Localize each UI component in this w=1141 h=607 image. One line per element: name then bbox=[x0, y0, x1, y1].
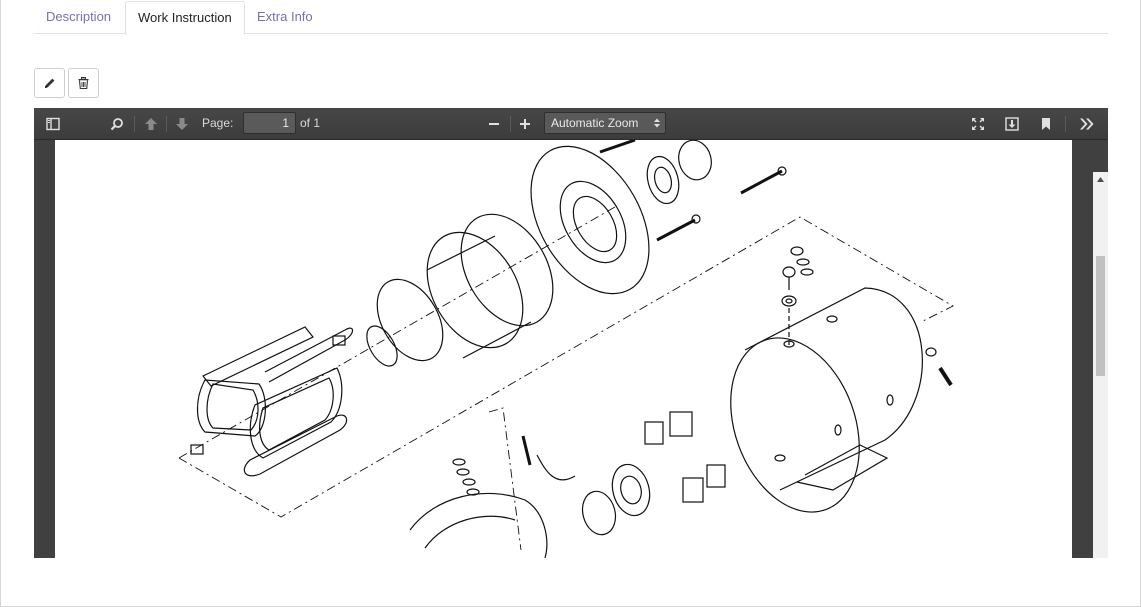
sidebar-toggle-icon bbox=[46, 117, 60, 131]
delete-button[interactable] bbox=[68, 68, 99, 98]
zoom-in-button[interactable] bbox=[512, 112, 538, 136]
sidebar-toggle-button[interactable] bbox=[40, 112, 66, 136]
pdf-viewer: Page: of 1 Automatic Zoom bbox=[34, 108, 1108, 558]
toolbar-separator bbox=[1065, 116, 1066, 132]
toolbar-separator bbox=[166, 116, 167, 132]
scrollbar-thumb[interactable] bbox=[1096, 256, 1105, 376]
chevron-up-down-icon bbox=[654, 118, 660, 128]
tab-work-instruction[interactable]: Work Instruction bbox=[125, 1, 245, 35]
zoom-select-value: Automatic Zoom bbox=[551, 116, 639, 130]
pdf-page bbox=[55, 140, 1072, 558]
download-icon bbox=[1005, 117, 1019, 131]
tools-button[interactable] bbox=[1074, 112, 1100, 136]
tab-bar: Description Work Instruction Extra Info bbox=[34, 0, 1108, 35]
tab-description[interactable]: Description bbox=[34, 1, 123, 34]
presentation-mode-button[interactable] bbox=[965, 112, 991, 136]
zoom-out-button[interactable] bbox=[481, 112, 507, 136]
download-button[interactable] bbox=[999, 112, 1025, 136]
motor-exploded-drawing bbox=[178, 140, 954, 558]
next-page-icon bbox=[176, 118, 188, 130]
toolbar-separator bbox=[134, 116, 135, 132]
next-page-button[interactable] bbox=[169, 112, 195, 136]
document-area[interactable] bbox=[34, 140, 1108, 558]
page-count: of 1 bbox=[300, 116, 321, 130]
search-icon bbox=[110, 118, 123, 131]
scroll-up-arrow[interactable] bbox=[1093, 172, 1108, 186]
vertical-scrollbar[interactable] bbox=[1093, 172, 1108, 558]
toolbar-separator bbox=[510, 116, 511, 132]
bookmark-button[interactable] bbox=[1033, 112, 1059, 136]
zoom-select[interactable]: Automatic Zoom bbox=[544, 112, 666, 134]
presentation-mode-icon bbox=[972, 118, 984, 130]
pencil-icon bbox=[44, 78, 54, 88]
bookmark-icon bbox=[1042, 118, 1050, 130]
tab-extra-info[interactable]: Extra Info bbox=[245, 1, 325, 34]
tools-icon bbox=[1080, 118, 1094, 130]
previous-page-icon bbox=[145, 118, 157, 130]
zoom-out-icon bbox=[489, 123, 499, 125]
edit-button[interactable] bbox=[34, 68, 65, 98]
search-button[interactable] bbox=[104, 112, 130, 136]
trash-icon bbox=[78, 77, 89, 89]
previous-page-button[interactable] bbox=[138, 112, 164, 136]
app-frame: Description Work Instruction Extra Info bbox=[0, 0, 1141, 607]
pdf-toolbar: Page: of 1 Automatic Zoom bbox=[34, 108, 1108, 140]
zoom-in-icon bbox=[520, 119, 530, 129]
page-number-input[interactable] bbox=[243, 112, 296, 134]
page-label: Page: bbox=[202, 116, 234, 130]
